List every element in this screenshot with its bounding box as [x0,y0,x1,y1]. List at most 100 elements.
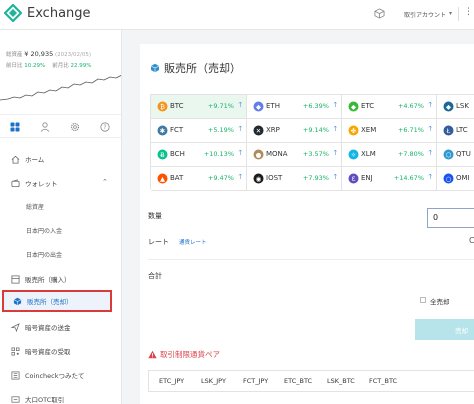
coin-cell-etc[interactable]: ◆ ETC +4.67% 🡑 [342,95,437,119]
sidebar-item-label: 販売所（購入） [25,276,71,284]
currency-rate-link[interactable]: 通貨レート [179,238,207,246]
coin-cell-bat[interactable]: ▲ BAT +9.47% 🡑 [151,167,247,191]
sidebar-subitem-total-assets[interactable]: 総資産 [26,202,44,211]
rate-value: C [469,236,474,245]
coin-name: XEM [361,126,377,134]
sell-button[interactable]: 売却 [415,319,474,340]
iost-icon: ◉ [253,173,264,184]
coin-cell-xrp[interactable]: ✕ XRP +9.14% 🡑 [247,119,342,143]
coin-name: BAT [170,174,184,182]
sidebar-item-receive[interactable]: 暗号資産の受取 [0,340,121,362]
cube-icon [150,63,160,73]
svg-text:○: ○ [446,175,452,183]
chevron-down-icon[interactable]: ▾ [449,10,452,17]
coin-change: +14.67% [393,174,424,182]
coin-cell-enj[interactable]: Ɛ ENJ +14.67% 🡑 [342,167,437,191]
arrow-up-icon: 🡑 [428,149,432,157]
svg-text:●: ● [256,151,262,159]
sidebar-icon-bar: ? [0,114,121,138]
restricted-pairs-warning: 取引制限通貨ペア [148,349,220,360]
svg-text:◉: ◉ [256,175,262,183]
sidebar-subitem-jpy-withdraw[interactable]: 日本円の出金 [26,250,62,259]
ltc-icon: Ł [443,125,454,136]
svg-text:⬡: ⬡ [446,151,452,159]
month-change-label: 前月比 [52,63,69,69]
svg-text:✱: ✱ [160,127,165,135]
sidebar-item-otc[interactable]: 大口OTC取引 [0,388,121,404]
coin-cell-qtum[interactable]: ⬡ QTU [437,143,474,167]
sidebar-item-label: ホーム [25,156,45,164]
dashboard-icon[interactable] [7,119,23,135]
page-title-text: 販売所（売却） [164,62,241,75]
svg-text:◆: ◆ [256,103,261,111]
total-assets-date: (2023/02/05) [54,52,91,58]
user-icon[interactable] [37,119,53,135]
coin-cell-bch[interactable]: Ƀ BCH +10.13% 🡑 [151,143,247,167]
coin-name: LTC [456,126,468,134]
quantity-input[interactable]: 0 [427,208,474,228]
sell-all-checkbox[interactable] [420,297,426,303]
bch-icon: Ƀ [157,149,168,160]
arrow-up-icon: 🡑 [238,101,242,109]
arrow-up-icon: 🡑 [333,149,337,157]
sidebar-item-sell[interactable]: 販売所（売却） [2,290,112,312]
svg-text:◆: ◆ [446,103,451,111]
svg-text:Ƀ: Ƀ [160,151,164,159]
sidebar: 総資産 ¥ 20,935 (2023/02/05) 前日比 10.29% 前月比… [0,30,122,404]
svg-text:?: ? [103,124,106,131]
pair-item: LSK_BTC [327,377,355,385]
sidebar-item-tsumitate[interactable]: Coincheckつみたて [0,364,121,386]
coin-cell-omg[interactable]: ○ OMI [437,167,474,191]
arrow-up-icon: 🡑 [333,101,337,109]
help-icon[interactable]: ? [97,119,113,135]
total-label: 合計 [148,272,162,280]
coin-cell-iost[interactable]: ◉ IOST +7.93% 🡑 [247,167,342,191]
coin-cell-mona[interactable]: ● MONA +3.57% 🡑 [247,143,342,167]
coin-name: LSK [456,102,469,110]
send-icon [10,322,20,332]
box-icon[interactable] [374,8,385,19]
coin-cell-ltc[interactable]: Ł LTC [437,119,474,143]
arrow-up-icon: 🡑 [428,125,432,133]
sidebar-item-send[interactable]: 暗号資産の送金 [0,316,121,338]
otc-icon [10,394,20,404]
coin-cell-eth[interactable]: ◆ ETH +6.39% 🡑 [247,95,342,119]
enj-icon: Ɛ [348,173,359,184]
account-selector[interactable]: 取引アカウント [404,10,446,19]
coin-name: MONA [266,150,288,158]
qtum-icon: ⬡ [443,149,454,160]
svg-text:₿: ₿ [160,103,165,111]
xrp-icon: ✕ [253,125,264,136]
app-title[interactable]: Exchange [27,6,91,21]
coin-cell-xem[interactable]: ✤ XEM +6.71% 🡑 [342,119,437,143]
pair-item: LSK_JPY [201,377,226,385]
wallet-icon [10,178,20,188]
sidebar-item-home[interactable]: ホーム [0,148,121,170]
asset-sparkline [0,75,121,101]
top-bar: Exchange 取引アカウント ▾ ⋮ [0,0,474,30]
bat-icon: ▲ [157,173,168,184]
sidebar-item-label: Coincheckつみたて [25,372,85,380]
coin-change: +10.13% [203,150,234,158]
pair-item: ETC_JPY [159,377,185,385]
coin-cell-lsk[interactable]: ◆ LSK [437,95,474,119]
total-assets-value: ¥ 20,935 [24,50,54,58]
xlm-icon: ✧ [348,149,359,160]
coin-cell-fct[interactable]: ✱ FCT +5.19% 🡑 [151,119,247,143]
sidebar-item-buy[interactable]: 販売所（購入） [0,268,121,290]
diamond-logo-icon[interactable] [4,4,22,22]
coin-change: +4.67% [397,102,424,110]
pair-item: ETC_BTC [284,377,313,385]
arrow-up-icon: 🡑 [428,173,432,181]
coin-cell-btc[interactable]: ₿ BTC +9.71% 🡑 [151,95,247,119]
sidebar-subitem-jpy-deposit[interactable]: 日本円の入金 [26,226,62,235]
total-assets: 総資産 ¥ 20,935 (2023/02/05) [6,50,91,58]
more-menu-icon[interactable]: ⋮ [464,7,473,17]
coin-name: ENJ [361,174,373,182]
pair-item: FCT_JPY [243,377,269,385]
coin-cell-xlm[interactable]: ✧ XLM +7.80% 🡑 [342,143,437,167]
chevron-up-icon[interactable]: ⌃ [102,178,108,186]
coin-name: ETH [266,102,280,110]
gear-icon[interactable] [67,119,83,135]
coin-name: ETC [361,102,375,110]
